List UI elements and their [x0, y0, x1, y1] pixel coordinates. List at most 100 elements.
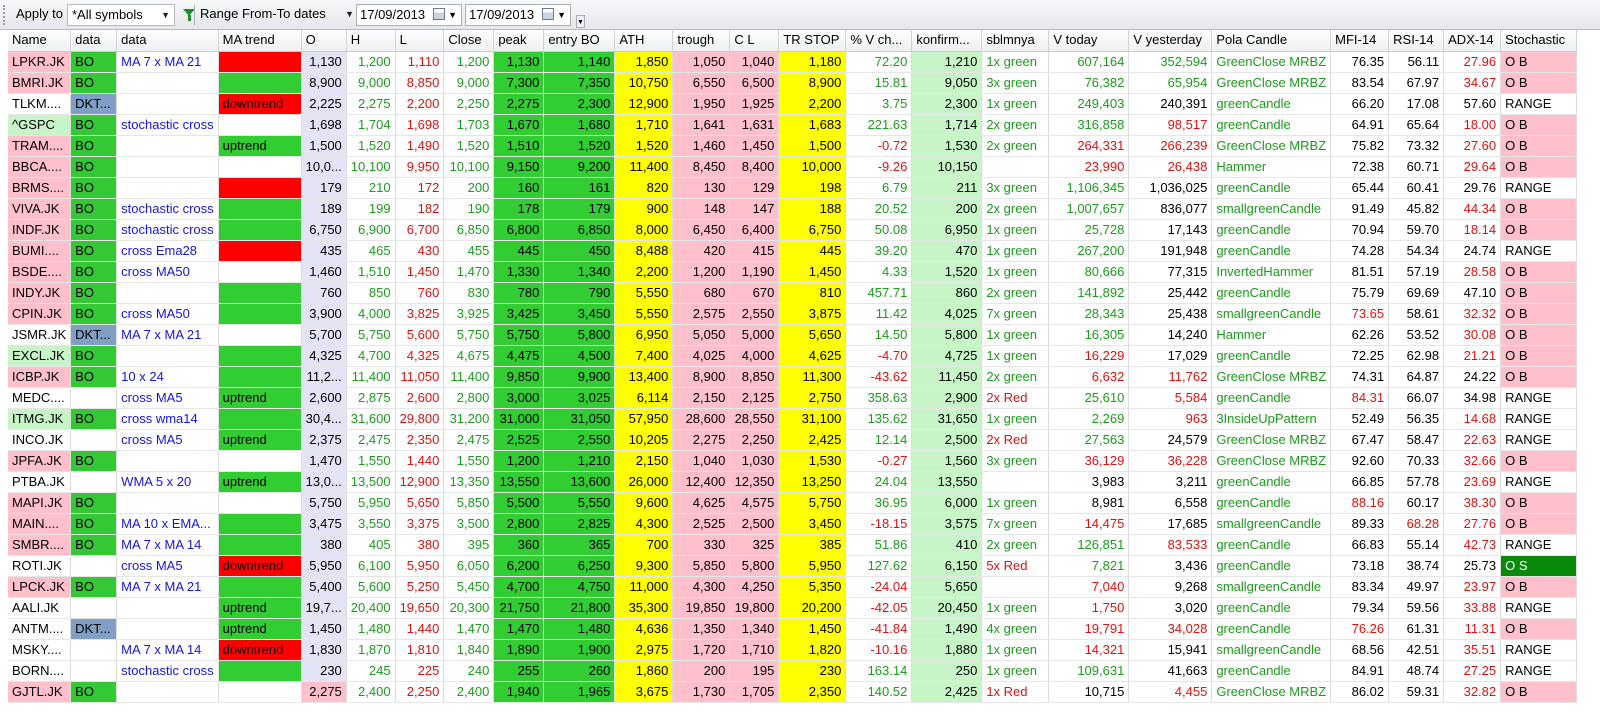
column-header[interactable]: O	[301, 30, 347, 52]
cut-loss-cell[interactable]: 5,800	[729, 555, 780, 577]
trough-cell[interactable]: 19,850	[672, 597, 731, 619]
volume-today-cell[interactable]: 264,331	[1048, 135, 1130, 157]
ma-trend-cell[interactable]	[218, 156, 302, 178]
open-cell[interactable]: 1,470	[301, 450, 347, 472]
pola-candle-cell[interactable]: GreenClose MRBZ	[1211, 135, 1332, 157]
entry-bo-cell[interactable]: 1,140	[543, 51, 616, 73]
low-cell[interactable]: 12,900	[395, 471, 445, 493]
table-row[interactable]: MSKY.... MA 7 x MA 14 downtrend 1,830 1,870 1…	[8, 639, 1578, 661]
open-cell[interactable]: 2,600	[301, 387, 347, 409]
trough-cell[interactable]: 680	[672, 282, 731, 304]
entry-bo-cell[interactable]: 790	[543, 282, 616, 304]
peak-cell[interactable]: 178	[493, 198, 545, 220]
tr-stop-cell[interactable]: 5,350	[778, 576, 847, 598]
pola-candle-cell[interactable]: greenCandle	[1211, 597, 1332, 619]
column-header[interactable]: peak	[493, 30, 545, 52]
trough-cell[interactable]: 8,450	[672, 156, 731, 178]
close-cell[interactable]: 20,300	[443, 597, 495, 619]
signal-cell[interactable]: BO	[70, 492, 118, 514]
ath-cell[interactable]: 10,750	[614, 72, 674, 94]
ma-trend-cell[interactable]	[218, 345, 302, 367]
rsi-cell[interactable]: 68.28	[1388, 513, 1445, 535]
sebelumnya-cell[interactable]: 1x green	[981, 639, 1050, 661]
tr-stop-cell[interactable]: 4,625	[778, 345, 847, 367]
low-cell[interactable]: 1,450	[395, 261, 445, 283]
table-row[interactable]: BORN.... stochastic cross 230 245 225 240 255 2…	[8, 660, 1578, 682]
stochastic-cell[interactable]: O B	[1500, 156, 1578, 178]
adx-cell[interactable]: 23.69	[1443, 471, 1502, 493]
open-cell[interactable]: 1,130	[301, 51, 347, 73]
sebelumnya-cell[interactable]	[981, 156, 1050, 178]
mfi-cell[interactable]: 52.49	[1330, 408, 1390, 430]
ma-trend-cell[interactable]	[218, 681, 302, 703]
adx-cell[interactable]: 29.64	[1443, 156, 1502, 178]
symbol-cell[interactable]: MEDC....	[8, 387, 72, 409]
stochastic-cell[interactable]: RANGE	[1500, 408, 1578, 430]
ath-cell[interactable]: 1,520	[614, 135, 674, 157]
table-row[interactable]: INDF.JK BO stochastic cross 6,750 6,900 6,700…	[8, 219, 1578, 241]
rsi-cell[interactable]: 38.74	[1388, 555, 1445, 577]
konfirmasi-cell[interactable]: 6,950	[911, 219, 983, 241]
adx-cell[interactable]: 30.08	[1443, 324, 1502, 346]
data-cell[interactable]: stochastic cross	[116, 219, 219, 241]
to-date-picker[interactable]: 17/09/2013 ▼	[465, 4, 571, 26]
ath-cell[interactable]: 1,710	[614, 114, 674, 136]
adx-cell[interactable]: 18.00	[1443, 114, 1502, 136]
low-cell[interactable]: 2,600	[395, 387, 445, 409]
ath-cell[interactable]: 10,205	[614, 429, 674, 451]
high-cell[interactable]: 2,400	[346, 681, 396, 703]
volume-today-cell[interactable]: 2,269	[1048, 408, 1130, 430]
ath-cell[interactable]: 4,300	[614, 513, 674, 535]
tr-stop-cell[interactable]: 2,750	[778, 387, 847, 409]
stochastic-cell[interactable]: O B	[1500, 219, 1578, 241]
low-cell[interactable]: 760	[395, 282, 445, 304]
symbol-cell[interactable]: JPFA.JK	[8, 450, 72, 472]
low-cell[interactable]: 4,325	[395, 345, 445, 367]
table-row[interactable]: ^GSPC BO stochastic cross 1,698 1,704 1,698 1,…	[8, 114, 1578, 136]
open-cell[interactable]: 1,460	[301, 261, 347, 283]
stochastic-cell[interactable]: O B	[1500, 681, 1578, 703]
volume-change-cell[interactable]: -43.62	[845, 366, 913, 388]
symbol-cell[interactable]: INDF.JK	[8, 219, 72, 241]
stochastic-cell[interactable]: O B	[1500, 366, 1578, 388]
symbol-cell[interactable]: MAIN....	[8, 513, 72, 535]
volume-yesterday-cell[interactable]: 34,028	[1128, 618, 1213, 640]
open-cell[interactable]: 5,750	[301, 492, 347, 514]
entry-bo-cell[interactable]: 3,450	[543, 303, 616, 325]
symbol-cell[interactable]: SMBR....	[8, 534, 72, 556]
volume-yesterday-cell[interactable]: 9,268	[1128, 576, 1213, 598]
rsi-cell[interactable]: 55.14	[1388, 534, 1445, 556]
ma-trend-cell[interactable]	[218, 51, 302, 73]
trough-cell[interactable]: 1,200	[672, 261, 731, 283]
entry-bo-cell[interactable]: 1,480	[543, 618, 616, 640]
ma-trend-cell[interactable]	[218, 492, 302, 514]
column-header[interactable]: V yesterday	[1128, 30, 1213, 52]
high-cell[interactable]: 5,950	[346, 492, 396, 514]
entry-bo-cell[interactable]: 1,340	[543, 261, 616, 283]
symbol-cell[interactable]: JSMR.JK	[8, 324, 72, 346]
ma-trend-cell[interactable]: uptrend	[218, 135, 302, 157]
mfi-cell[interactable]: 83.54	[1330, 72, 1390, 94]
stochastic-cell[interactable]: O B	[1500, 135, 1578, 157]
tr-stop-cell[interactable]: 385	[778, 534, 847, 556]
signal-cell[interactable]: BO	[70, 198, 118, 220]
high-cell[interactable]: 9,000	[346, 72, 396, 94]
open-cell[interactable]: 2,275	[301, 681, 347, 703]
konfirmasi-cell[interactable]: 5,650	[911, 576, 983, 598]
open-cell[interactable]: 435	[301, 240, 347, 262]
ma-trend-cell[interactable]	[218, 303, 302, 325]
peak-cell[interactable]: 360	[493, 534, 545, 556]
ma-trend-cell[interactable]	[218, 408, 302, 430]
rsi-cell[interactable]: 62.98	[1388, 345, 1445, 367]
konfirmasi-cell[interactable]: 1,530	[911, 135, 983, 157]
volume-change-cell[interactable]: 127.62	[845, 555, 913, 577]
adx-cell[interactable]: 14.68	[1443, 408, 1502, 430]
high-cell[interactable]: 31,600	[346, 408, 396, 430]
apply-to-combo[interactable]: *All symbols ▼	[67, 4, 175, 26]
symbol-cell[interactable]: BUMI....	[8, 240, 72, 262]
rsi-cell[interactable]: 49.97	[1388, 576, 1445, 598]
pola-candle-cell[interactable]: greenCandle	[1211, 534, 1332, 556]
close-cell[interactable]: 1,550	[443, 450, 495, 472]
signal-cell[interactable]: BO	[70, 114, 118, 136]
volume-change-cell[interactable]: 6.79	[845, 177, 913, 199]
